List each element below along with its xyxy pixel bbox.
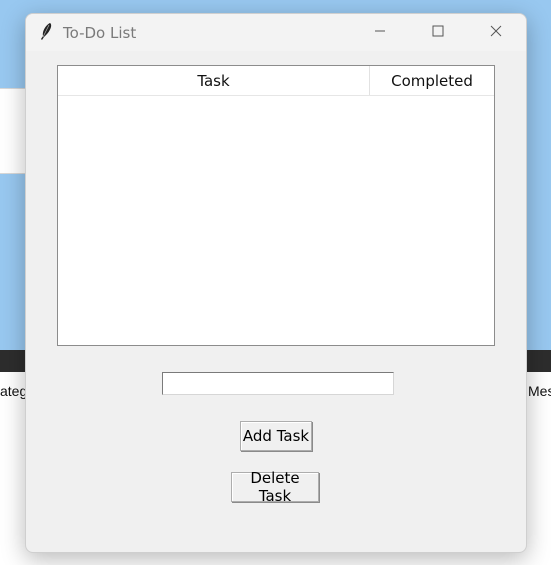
column-header-completed[interactable]: Completed: [370, 66, 494, 95]
background-label-left: ateg: [0, 383, 26, 399]
minimize-icon: [374, 24, 386, 42]
window-title: To-Do List: [63, 24, 137, 42]
title-bar[interactable]: To-Do List: [26, 14, 526, 51]
maximize-icon: [432, 24, 444, 42]
feather-icon: [38, 22, 54, 42]
treeview-body[interactable]: [58, 96, 494, 345]
add-task-button[interactable]: Add Task: [240, 421, 312, 451]
close-icon: [490, 24, 502, 42]
close-button[interactable]: [467, 14, 525, 51]
minimize-button[interactable]: [351, 14, 409, 51]
column-header-task[interactable]: Task: [58, 66, 370, 95]
todo-window: To-Do List Task Completed Add Task Delet…: [25, 13, 527, 553]
delete-task-button[interactable]: Delete Task: [231, 469, 319, 505]
task-input[interactable]: [162, 372, 394, 395]
background-label-right: Mes: [528, 383, 551, 399]
treeview-header: Task Completed: [58, 66, 494, 96]
task-treeview[interactable]: Task Completed: [57, 65, 495, 346]
maximize-button[interactable]: [409, 14, 467, 51]
